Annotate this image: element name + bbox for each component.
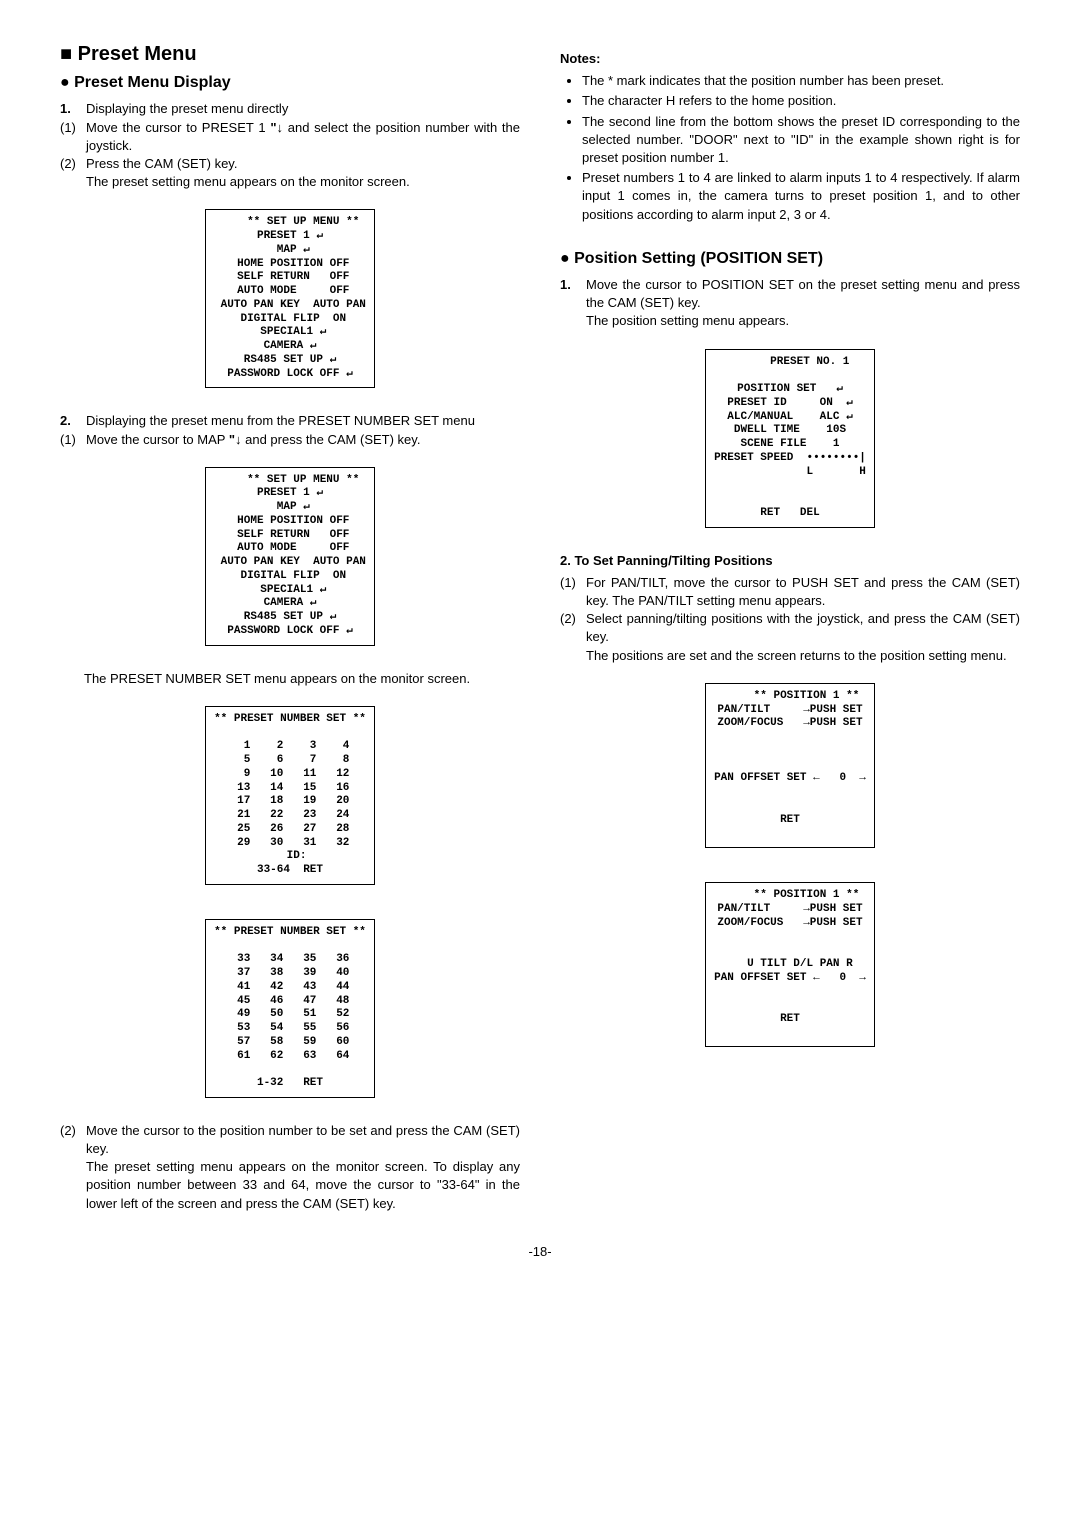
substep-number: (2) (60, 1123, 76, 1138)
substep-number: (2) (560, 611, 576, 626)
substep-text: Select panning/tilting positions with th… (586, 610, 1020, 646)
substep-text: Move the cursor to MAP "↓ and press the … (86, 431, 520, 449)
step-text: Move the cursor to POSITION SET on the p… (586, 276, 1020, 312)
substep-text: Move the cursor to the position number t… (86, 1122, 520, 1158)
substep-number: (1) (560, 575, 576, 590)
notes-heading: Notes: (560, 50, 1020, 68)
preset-no-screen: PRESET NO. 1 POSITION SET ↵ PRESET ID ON… (705, 349, 875, 528)
note-item: The * mark indicates that the position n… (582, 72, 1020, 90)
circle-bullet-icon: ● (560, 250, 570, 267)
page-number: -18- (60, 1243, 1020, 1261)
substep-text: Move the cursor to PRESET 1 "↓ and selec… (86, 119, 520, 155)
substep-text: The preset setting menu appears on the m… (86, 1158, 520, 1213)
setup-menu-screen-2: ** SET UP MENU ** PRESET 1 ↵ MAP ↵ HOME … (205, 467, 375, 646)
down-arrow-icon: "↓ (270, 120, 283, 135)
position-setting-heading: ● Position Setting (POSITION SET) (560, 248, 1020, 270)
step1-text: Displaying the preset menu directly (86, 100, 520, 118)
right-column: Notes: The * mark indicates that the pos… (560, 40, 1020, 1213)
substep-text: The positions are set and the screen ret… (586, 647, 1020, 665)
substep-number: (1) (60, 120, 76, 135)
substep-number: (2) (60, 156, 76, 171)
pan-tilt-heading: 2. To Set Panning/Tilting Positions (560, 552, 1020, 570)
note-item: The second line from the bottom shows th… (582, 113, 1020, 168)
preset-menu-display-heading: ● Preset Menu Display (60, 72, 520, 94)
square-bullet-icon: ■ (60, 43, 72, 65)
note-item: The character H refers to the home posit… (582, 92, 1020, 110)
circle-bullet-icon: ● (60, 74, 70, 91)
preset-number-set-screen-1: ** PRESET NUMBER SET ** 1 2 3 4 5 6 7 8 … (205, 706, 375, 885)
preset-menu-title: ■ Preset Menu (60, 40, 520, 68)
after-screen2-text: The PRESET NUMBER SET menu appears on th… (60, 670, 520, 688)
position-1-screen-b: ** POSITION 1 ** PAN/TILT →PUSH SET ZOOM… (705, 882, 875, 1047)
down-arrow-icon: "↓ (229, 432, 242, 447)
note-item: Preset numbers 1 to 4 are linked to alar… (582, 169, 1020, 224)
step-text: The position setting menu appears. (586, 312, 1020, 330)
substep-number: (1) (60, 432, 76, 447)
step-number: 2. (60, 412, 78, 430)
substep-text: For PAN/TILT, move the cursor to PUSH SE… (586, 574, 1020, 610)
substep-text: The preset setting menu appears on the m… (86, 173, 520, 191)
step-number: 1. (60, 100, 78, 118)
position-1-screen-a: ** POSITION 1 ** PAN/TILT →PUSH SET ZOOM… (705, 683, 875, 848)
preset-number-set-screen-2: ** PRESET NUMBER SET ** 33 34 35 36 37 3… (205, 919, 375, 1098)
setup-menu-screen-1: ** SET UP MENU ** PRESET 1 ↵ MAP ↵ HOME … (205, 209, 375, 388)
step2-text: Displaying the preset menu from the PRES… (86, 412, 520, 430)
substep-text: Press the CAM (SET) key. (86, 155, 520, 173)
step-number: 1. (560, 276, 578, 294)
notes-list: The * mark indicates that the position n… (560, 72, 1020, 224)
left-column: ■ Preset Menu ● Preset Menu Display 1. D… (60, 40, 520, 1213)
